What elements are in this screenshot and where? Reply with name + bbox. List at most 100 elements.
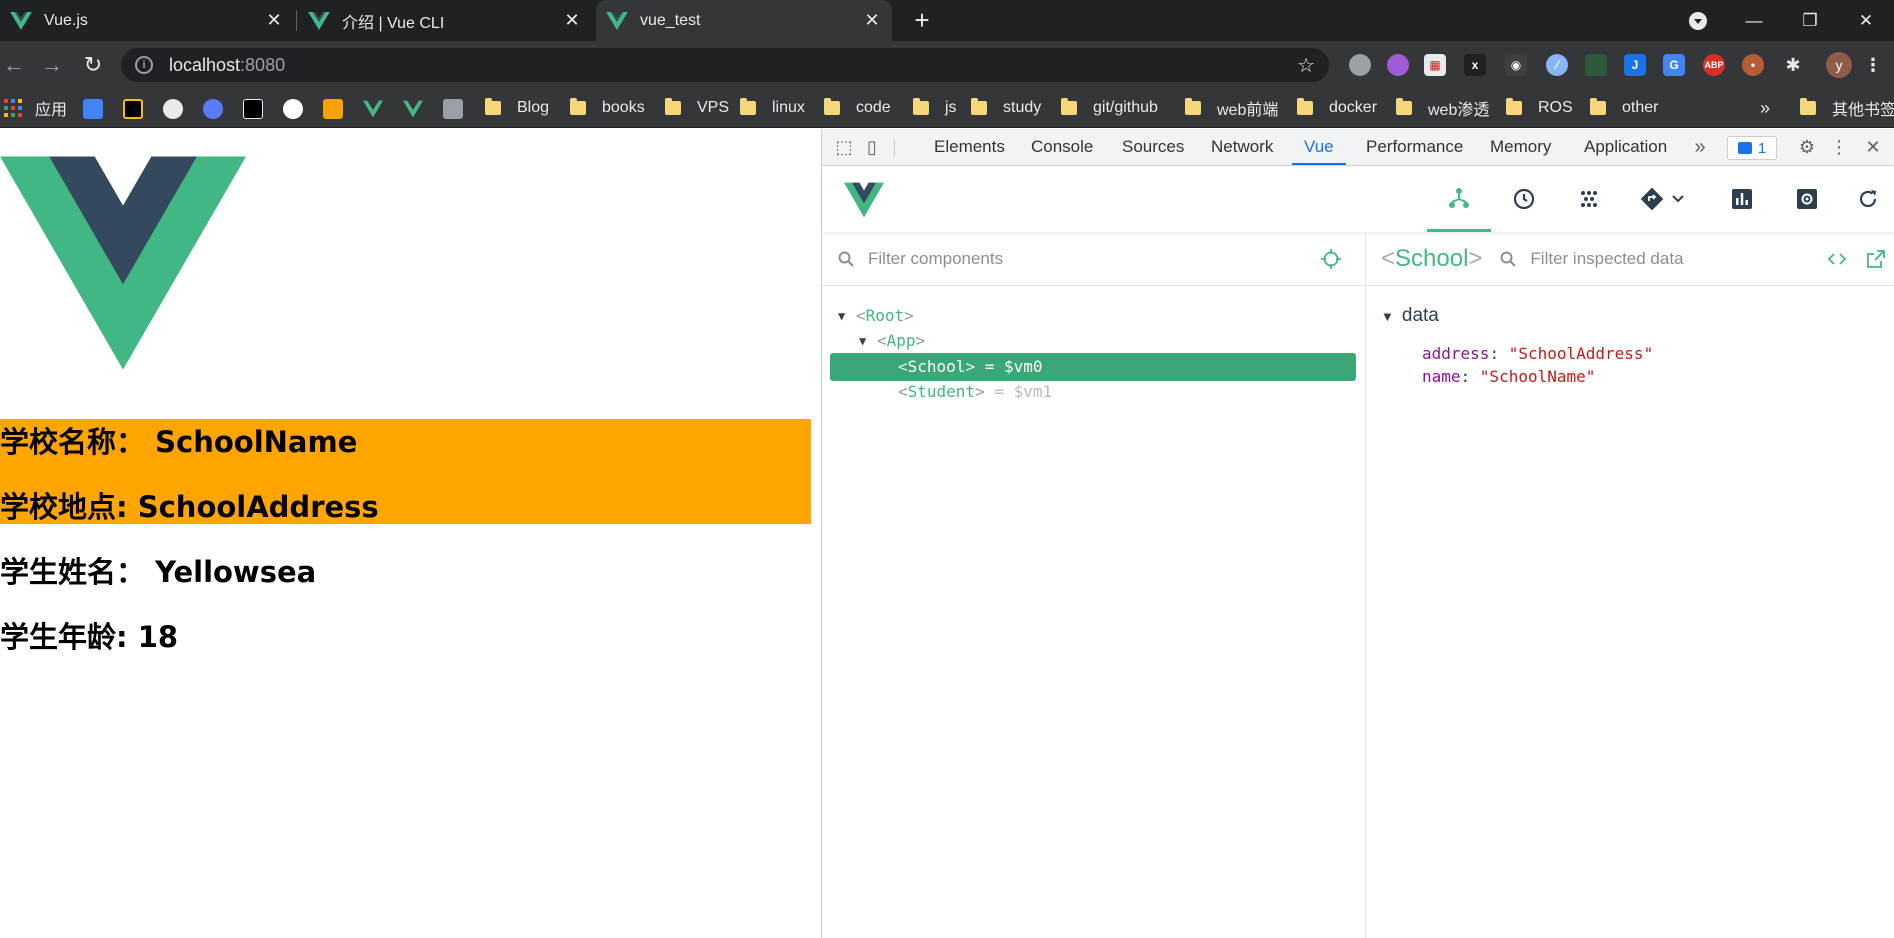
vuex-button[interactable] xyxy=(1557,166,1621,232)
router-button[interactable] xyxy=(1622,166,1702,232)
tree-node-student[interactable]: <Student> = $vm1 xyxy=(830,378,1356,406)
expand-arrow-icon[interactable]: ▼ xyxy=(838,302,845,330)
forward-button[interactable]: → xyxy=(38,51,66,79)
extension-8-icon[interactable]: J xyxy=(1624,54,1646,76)
x-extension-icon[interactable]: x xyxy=(1464,54,1486,76)
telegram-bookmark-icon[interactable] xyxy=(203,99,223,119)
browser-tab-vuejs[interactable]: Vue.js ✕ xyxy=(0,0,294,41)
reload-button[interactable]: ↻ xyxy=(79,51,107,79)
filter-data-input[interactable]: Filter inspected data xyxy=(1530,249,1683,269)
tab-network[interactable]: Network xyxy=(1211,129,1273,165)
tab-performance[interactable]: Performance xyxy=(1366,129,1463,165)
close-window-button[interactable]: ✕ xyxy=(1838,0,1894,41)
bookmark-folder[interactable]: study xyxy=(971,89,1041,127)
bookmark-folder[interactable]: ROS xyxy=(1506,89,1573,127)
component-name: Student xyxy=(907,382,976,401)
angular-bookmark-icon[interactable] xyxy=(243,99,263,119)
bookmark-6-icon[interactable] xyxy=(283,99,303,119)
filter-components-bar[interactable]: Filter components xyxy=(822,233,1365,286)
extension-1-icon[interactable] xyxy=(1349,54,1371,76)
tab-console[interactable]: Console xyxy=(1031,129,1093,165)
settings-button[interactable] xyxy=(1775,166,1839,232)
timeline-button[interactable] xyxy=(1492,166,1556,232)
vue-bookmark-icon[interactable] xyxy=(363,99,383,119)
tree-node-school[interactable]: <School> = $vm0 xyxy=(830,353,1356,381)
close-icon[interactable]: ✕ xyxy=(1863,137,1883,157)
puzzle-extensions-icon[interactable]: ✱ xyxy=(1782,54,1804,76)
data-field-name[interactable]: name: "SchoolName" xyxy=(1422,367,1595,386)
bookmark-folder[interactable]: web渗透 xyxy=(1396,89,1489,127)
open-in-editor-icon[interactable] xyxy=(1867,250,1885,268)
issues-badge[interactable]: 1 xyxy=(1727,136,1777,160)
settings-icon xyxy=(1797,189,1817,209)
translate-extension-icon[interactable]: G xyxy=(1663,54,1685,76)
back-button[interactable]: ← xyxy=(0,51,28,79)
performance-button[interactable] xyxy=(1710,166,1774,232)
tab-memory[interactable]: Memory xyxy=(1490,129,1551,165)
minimize-button[interactable]: — xyxy=(1726,0,1782,41)
bookmark-folder[interactable]: web前端 xyxy=(1185,89,1278,127)
close-icon[interactable]: ✕ xyxy=(264,10,284,31)
restore-button[interactable]: ❐ xyxy=(1782,0,1838,41)
refresh-button[interactable] xyxy=(1840,166,1894,232)
data-value[interactable]: "SchoolAddress" xyxy=(1509,344,1654,363)
bookmark-folder[interactable]: other xyxy=(1590,89,1658,127)
components-button[interactable] xyxy=(1427,166,1491,232)
extension-7-icon[interactable] xyxy=(1585,54,1607,76)
translate-bookmark-icon[interactable] xyxy=(83,99,103,119)
device-toolbar-icon[interactable]: ▯ xyxy=(862,137,882,157)
github-bookmark-icon[interactable] xyxy=(163,99,183,119)
tab-elements[interactable]: Elements xyxy=(934,129,1005,165)
bookmark-folder[interactable]: VPS xyxy=(665,89,729,127)
adblock-extension-icon[interactable]: ABP xyxy=(1703,54,1725,76)
bookmark-folder[interactable]: linux xyxy=(740,89,805,127)
tree-node-app[interactable]: ▼ <App> xyxy=(830,327,1356,355)
code-icon[interactable] xyxy=(1827,251,1847,267)
bookmark-folder[interactable]: code xyxy=(824,89,891,127)
bookmark-folder[interactable]: books xyxy=(570,89,645,127)
cookie-extension-icon[interactable]: • xyxy=(1742,54,1764,76)
select-component-target-icon[interactable] xyxy=(1321,249,1341,269)
filter-components-input[interactable]: Filter components xyxy=(868,249,1003,269)
data-value[interactable]: "SchoolName" xyxy=(1480,367,1596,386)
bookmark-10-icon[interactable] xyxy=(443,99,463,119)
extension-6-icon[interactable]: ⁄ xyxy=(1546,54,1568,76)
tab-sources[interactable]: Sources xyxy=(1122,129,1184,165)
avatar[interactable]: y xyxy=(1826,52,1852,78)
more-tabs-icon[interactable]: » xyxy=(1690,137,1710,157)
tab-application[interactable]: Application xyxy=(1584,129,1667,165)
extension-2-icon[interactable] xyxy=(1387,54,1409,76)
bookmark-folder[interactable]: Blog xyxy=(485,89,549,127)
gear-icon[interactable]: ⚙ xyxy=(1797,137,1817,157)
other-bookmarks-folder[interactable]: 其他书签 xyxy=(1800,89,1894,127)
bookmark-folder[interactable]: docker xyxy=(1297,89,1377,127)
close-icon[interactable]: ✕ xyxy=(562,10,582,31)
bookmark-folder[interactable]: git/github xyxy=(1061,89,1158,127)
c-bookmark-icon[interactable] xyxy=(123,99,143,119)
close-icon[interactable]: ✕ xyxy=(862,10,882,31)
more-bookmarks-button[interactable]: » xyxy=(1760,89,1770,127)
data-section-header[interactable]: ▼ data xyxy=(1381,305,1439,327)
bookmark-folder[interactable]: js xyxy=(913,89,957,127)
bookmark-apps[interactable]: 应用 xyxy=(3,89,67,127)
tab-search-button[interactable] xyxy=(1670,0,1726,41)
devtools-panel: ⬚ ▯ Elements Console Sources Network Vue… xyxy=(821,129,1894,938)
site-info-icon[interactable]: i xyxy=(135,56,153,74)
browser-tab-vue-test[interactable]: vue_test ✕ xyxy=(596,0,892,41)
owl-extension-icon[interactable]: ◉ xyxy=(1505,54,1527,76)
calendar-extension-icon[interactable]: ▦ xyxy=(1424,54,1446,76)
expand-arrow-icon[interactable]: ▼ xyxy=(859,327,866,355)
vue-bookmark-icon[interactable] xyxy=(403,99,423,119)
tab-vue[interactable]: Vue xyxy=(1292,129,1346,165)
bookmark-7-icon[interactable] xyxy=(323,99,343,119)
tree-node-root[interactable]: ▼ <Root> xyxy=(830,302,1356,330)
data-field-address[interactable]: address: "SchoolAddress" xyxy=(1422,344,1653,363)
kebab-menu-icon[interactable]: ⋮ xyxy=(1829,137,1849,157)
new-tab-button[interactable]: + xyxy=(908,6,936,34)
browser-tab-vue-cli[interactable]: 介绍 | Vue CLI ✕ xyxy=(298,0,592,41)
address-bar[interactable]: i localhost:8080 ☆ xyxy=(121,48,1329,82)
expand-arrow-icon[interactable]: ▼ xyxy=(1381,309,1394,324)
menu-kebab-icon[interactable]: ⋮ xyxy=(1862,54,1884,76)
bookmark-star-icon[interactable]: ☆ xyxy=(1297,53,1315,78)
inspect-element-icon[interactable]: ⬚ xyxy=(834,137,854,157)
